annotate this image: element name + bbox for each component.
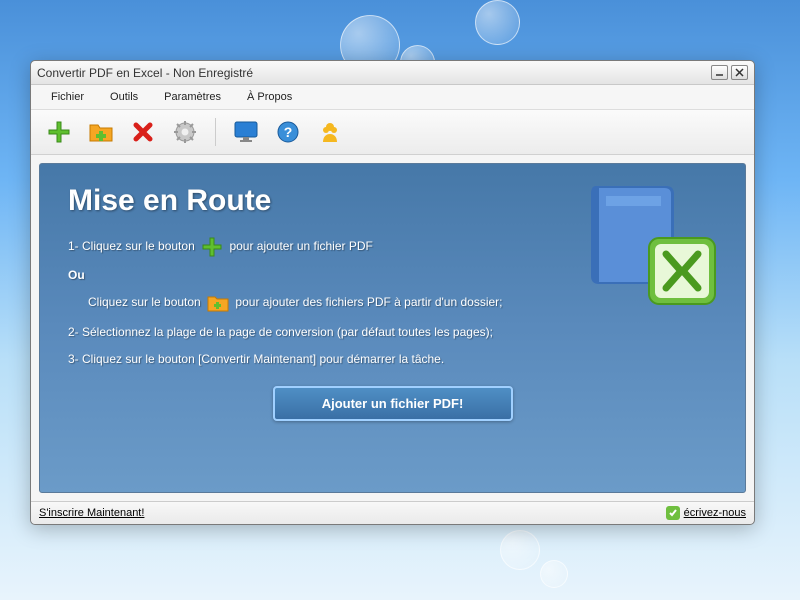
user-button[interactable] — [314, 116, 346, 148]
window-title: Convertir PDF en Excel - Non Enregistré — [37, 66, 253, 80]
step1-text-a: 1- Cliquez sur le bouton — [68, 239, 195, 253]
user-icon — [318, 120, 342, 144]
menu-settings[interactable]: Paramètres — [154, 88, 231, 106]
menubar: Fichier Outils Paramètres À Propos — [31, 85, 754, 110]
menu-file[interactable]: Fichier — [41, 88, 94, 106]
menu-tools[interactable]: Outils — [100, 88, 148, 106]
statusbar: S'inscrire Maintenant! écrivez-nous — [31, 501, 754, 524]
window-controls — [711, 65, 748, 80]
inline-plus-icon — [201, 236, 223, 258]
getting-started-panel: Mise en Route 1- Cliquez sur le bouton p… — [39, 163, 746, 493]
step1d-text: pour ajouter des fichiers PDF à partir d… — [235, 295, 502, 309]
decorative-bubble — [475, 0, 520, 45]
minimize-button[interactable] — [711, 65, 728, 80]
gear-icon — [173, 120, 197, 144]
plus-icon — [46, 119, 72, 145]
step1c-text: Cliquez sur le bouton — [88, 295, 201, 309]
svg-text:?: ? — [284, 124, 293, 140]
menu-about[interactable]: À Propos — [237, 88, 302, 106]
decorative-bubble — [540, 560, 568, 588]
add-folder-button[interactable] — [85, 116, 117, 148]
decorative-bubble — [500, 530, 540, 570]
monitor-icon — [233, 119, 259, 145]
settings-button[interactable] — [169, 116, 201, 148]
delete-icon — [131, 120, 155, 144]
book-excel-icon — [571, 176, 721, 326]
app-window: Convertir PDF en Excel - Non Enregistré … — [30, 60, 755, 525]
instruction-step-3: 3- Cliquez sur le bouton [Convertir Main… — [68, 351, 717, 368]
toolbar-divider — [215, 118, 216, 146]
register-link[interactable]: S'inscrire Maintenant! — [39, 507, 144, 519]
add-file-button[interactable] — [43, 116, 75, 148]
monitor-button[interactable] — [230, 116, 262, 148]
check-icon — [666, 506, 680, 520]
help-button[interactable]: ? — [272, 116, 304, 148]
contact-area: écrivez-nous — [666, 506, 746, 520]
help-icon: ? — [276, 120, 300, 144]
contact-link[interactable]: écrivez-nous — [684, 507, 746, 519]
instruction-step-2: 2- Sélectionnez la plage de la page de c… — [68, 324, 717, 341]
toolbar: ? — [31, 110, 754, 155]
folder-icon — [88, 119, 114, 145]
titlebar: Convertir PDF en Excel - Non Enregistré — [31, 61, 754, 85]
close-button[interactable] — [731, 65, 748, 80]
delete-button[interactable] — [127, 116, 159, 148]
add-pdf-button[interactable]: Ajouter un fichier PDF! — [273, 386, 513, 421]
step1-text-b: pour ajouter un fichier PDF — [229, 239, 372, 253]
inline-folder-icon — [207, 292, 229, 314]
